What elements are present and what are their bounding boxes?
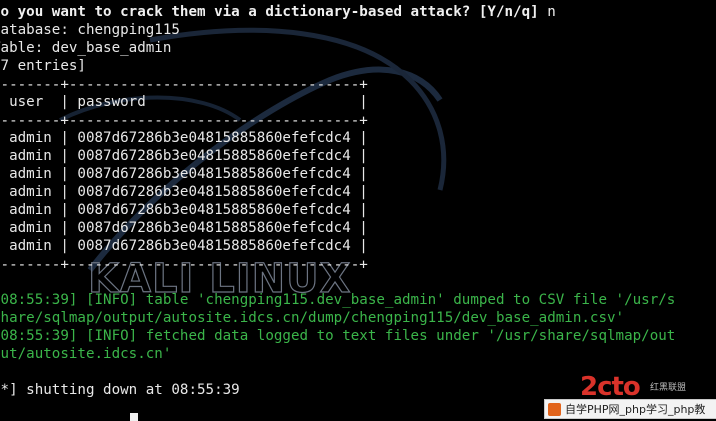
badge-logo-icon: [548, 402, 561, 416]
table-row: | admin | 0087d67286b3e04815885860efefcd…: [0, 202, 368, 218]
shutdown-line: [*] shutting down at 08:55:39: [0, 382, 240, 398]
info-log-line: share/sqlmap/output/autosite.idcs.cn/dum…: [0, 310, 625, 326]
terminal-window[interactable]: KALI LINUX do you want to crack them via…: [0, 0, 716, 421]
site-badge-label: 自学PHP网_php学习_php教: [565, 403, 706, 416]
dictionary-attack-prompt: do you want to crack them via a dictiona…: [0, 4, 556, 20]
site-logo: 2cto: [580, 372, 641, 402]
table-border-mid: +-------+-------------------------------…: [0, 113, 368, 129]
table-line: Table: dev_base_admin: [0, 40, 172, 56]
database-line: Database: chengping115: [0, 22, 180, 38]
table-row: | admin | 0087d67286b3e04815885860efefcd…: [0, 148, 368, 164]
table-header-row: | user | password |: [0, 94, 368, 110]
info-log-line: put/autosite.idcs.cn': [0, 346, 172, 362]
table-row: | admin | 0087d67286b3e04815885860efefcd…: [0, 238, 368, 254]
table-row: | admin | 0087d67286b3e04815885860efefcd…: [0, 130, 368, 146]
table-row: | admin | 0087d67286b3e04815885860efefcd…: [0, 166, 368, 182]
entries-count: [7 entries]: [0, 58, 86, 74]
terminal-cursor: [130, 412, 138, 421]
table-border-top: +-------+-------------------------------…: [0, 77, 368, 93]
info-log-line: [08:55:39] [INFO] fetched data logged to…: [0, 328, 676, 344]
prompt-answer: n: [538, 4, 556, 20]
info-log-line: [08:55:39] [INFO] table 'chengping115.de…: [0, 292, 676, 308]
table-row: | admin | 0087d67286b3e04815885860efefcd…: [0, 184, 368, 200]
site-logo-subtitle: 红黑联盟: [650, 383, 687, 393]
table-row: | admin | 0087d67286b3e04815885860efefcd…: [0, 220, 368, 236]
table-border-bottom: +-------+-------------------------------…: [0, 257, 368, 273]
site-badge: 自学PHP网_php学习_php教: [544, 399, 716, 419]
